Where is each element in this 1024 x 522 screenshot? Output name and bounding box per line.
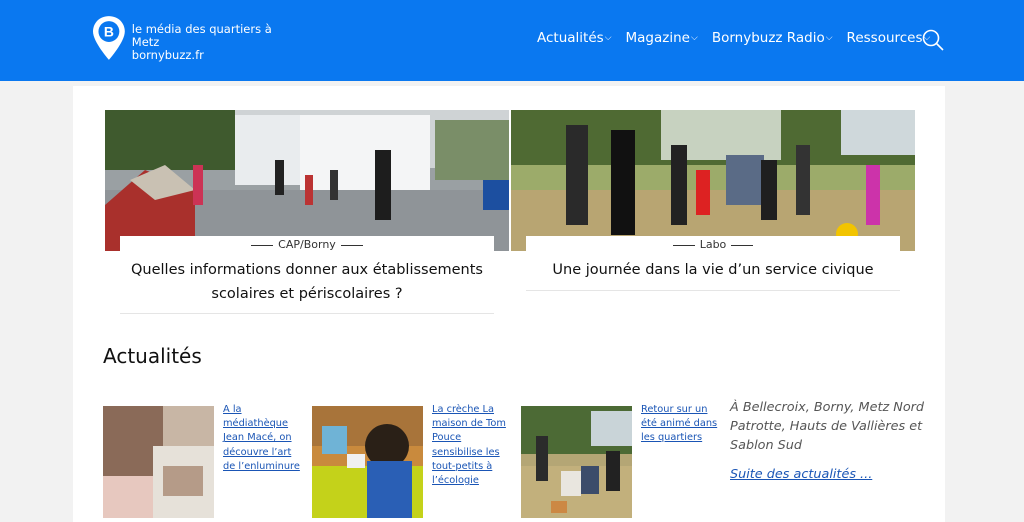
featured-article: CAP/Borny Quelles informations donner au… xyxy=(105,110,509,314)
location-pin-logo-icon: B xyxy=(92,16,125,60)
chevron-down-icon: ⌵ xyxy=(825,33,833,43)
site-header: B le média des quartiers à Metz bornybuz… xyxy=(0,0,1024,81)
news-thumbnail[interactable] xyxy=(521,406,632,518)
category-label: Labo xyxy=(526,236,900,254)
featured-title[interactable]: Une journée dans la vie d’un service civ… xyxy=(526,258,900,282)
nav-label: Bornybuzz Radio xyxy=(711,30,825,46)
chevron-down-icon: ⌵ xyxy=(690,33,698,43)
nav-label: Magazine xyxy=(625,30,690,46)
main-nav: Actualités ⌵ Magazine ⌵ Bornybuzz Radio … xyxy=(537,30,944,46)
nav-item-radio[interactable]: Bornybuzz Radio ⌵ xyxy=(712,30,833,46)
park-photo xyxy=(511,110,915,251)
drawing-photo xyxy=(103,406,214,518)
nav-item-actualites[interactable]: Actualités ⌵ xyxy=(537,30,612,46)
nursery-photo xyxy=(312,406,423,518)
featured-image[interactable] xyxy=(105,110,509,251)
news-item: A la médiathèque Jean Macé, on découvre … xyxy=(103,403,303,518)
category-label: CAP/Borny xyxy=(120,236,494,254)
news-thumbnail[interactable] xyxy=(312,406,423,518)
news-description: À Bellecroix, Borny, Metz Nord Patrotte,… xyxy=(730,400,925,453)
site-logo[interactable]: B le média des quartiers à Metz bornybuz… xyxy=(92,15,302,62)
category-text: Labo xyxy=(699,238,727,251)
news-item: Retour sur un été animé dans les quartie… xyxy=(521,403,721,518)
divider xyxy=(120,313,494,314)
nav-label: Actualités xyxy=(537,30,604,46)
logo-letter: B xyxy=(104,24,114,40)
divider xyxy=(526,290,900,291)
chevron-down-icon: ⌵ xyxy=(604,33,612,43)
search-icon[interactable] xyxy=(922,29,944,51)
nav-item-ressources[interactable]: Ressources ⌵ xyxy=(847,30,931,46)
featured-image[interactable] xyxy=(511,110,915,251)
news-thumbnail[interactable] xyxy=(103,406,214,518)
site-domain: bornybuzz.fr xyxy=(131,48,204,62)
news-item: La crèche La maison de Tom Pouce sensibi… xyxy=(312,403,512,518)
nav-label: Ressources xyxy=(846,30,923,46)
summer-event-photo xyxy=(521,406,632,518)
category-text: CAP/Borny xyxy=(278,238,336,251)
logo-text: le média des quartiers à Metz bornybuzz.… xyxy=(132,23,302,62)
more-news-link[interactable]: Suite des actualités ... xyxy=(730,467,872,482)
section-title: Actualités xyxy=(103,344,202,368)
nav-item-magazine[interactable]: Magazine ⌵ xyxy=(626,30,698,46)
content-card: CAP/Borny Quelles informations donner au… xyxy=(73,86,945,522)
news-link[interactable]: La crèche La maison de Tom Pouce sensibi… xyxy=(432,403,510,488)
news-link[interactable]: A la médiathèque Jean Macé, on découvre … xyxy=(223,403,301,474)
featured-title[interactable]: Quelles informations donner aux établiss… xyxy=(120,258,494,306)
schoolyard-photo xyxy=(105,110,509,251)
news-link[interactable]: Retour sur un été animé dans les quartie… xyxy=(641,403,719,446)
site-tagline: le média des quartiers à Metz xyxy=(131,22,272,49)
featured-article: Labo Une journée dans la vie d’un servic… xyxy=(511,110,915,291)
